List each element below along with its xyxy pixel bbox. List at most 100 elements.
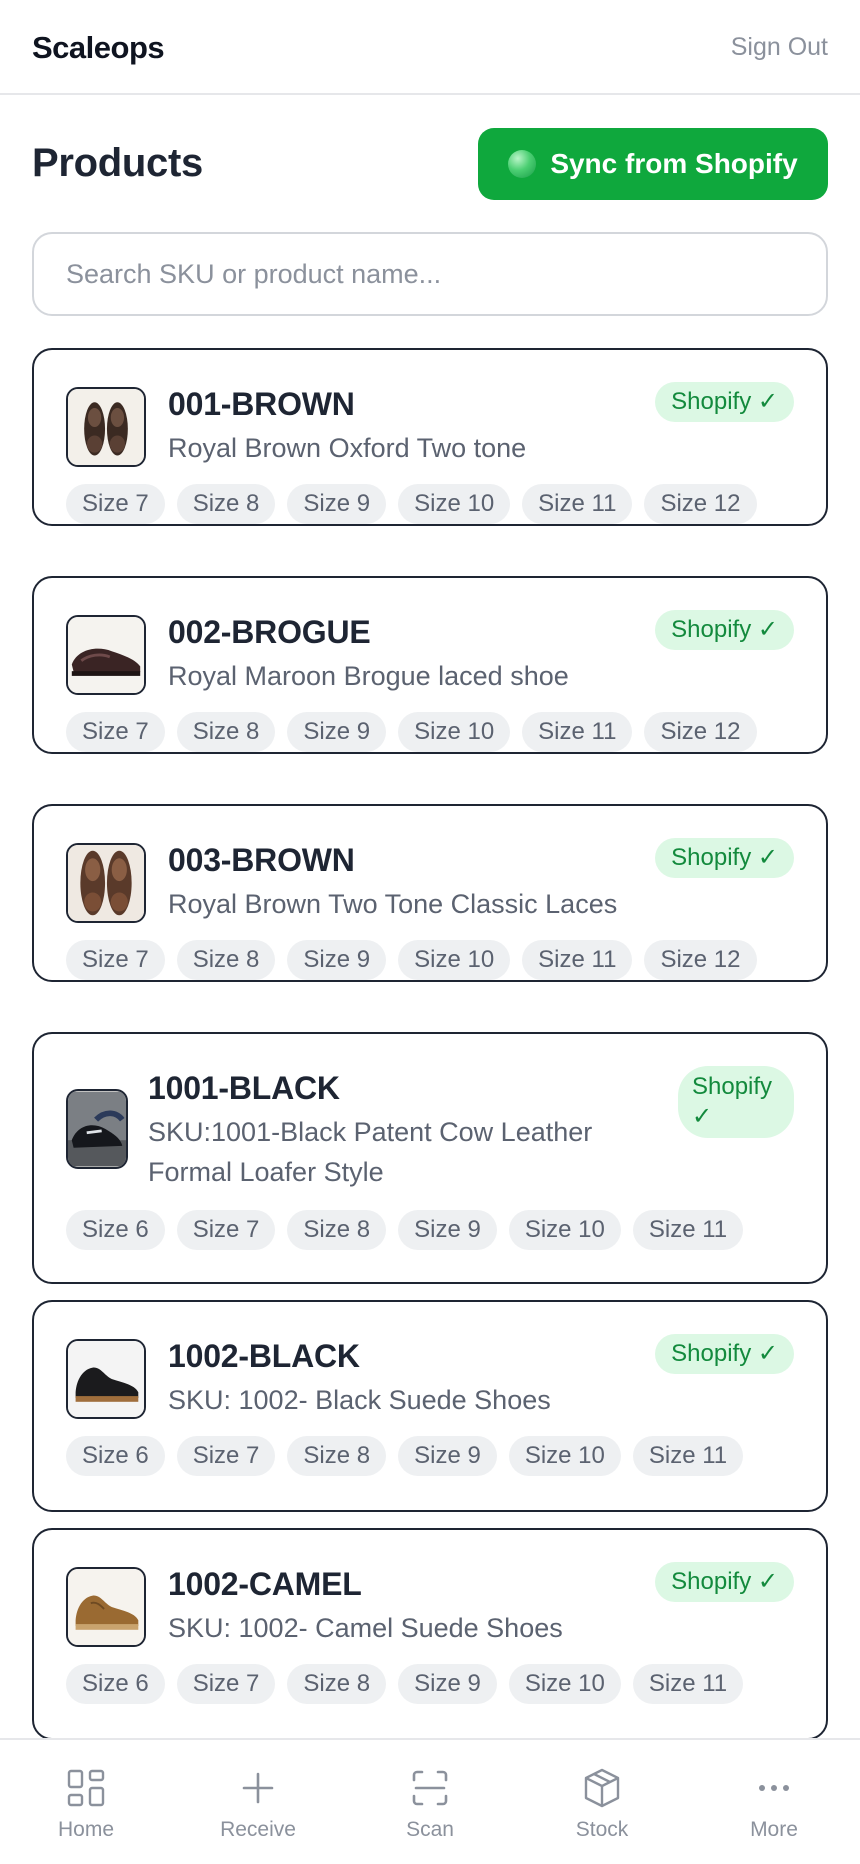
- product-sku: 002-BROGUE: [168, 614, 371, 650]
- size-list: Size 6 Size 7 Size 8 Size 9 Size 10 Size…: [66, 1436, 744, 1476]
- badge-check: ✓: [692, 1103, 713, 1130]
- size-chip[interactable]: Size 7: [176, 1436, 276, 1476]
- size-chip[interactable]: Size 7: [176, 1664, 276, 1704]
- nav-item-home[interactable]: Home: [0, 1740, 172, 1864]
- size-list: Size 7 Size 8 Size 9 Size 10 Size 11 Siz…: [66, 712, 757, 752]
- nav-label: Stock: [575, 1818, 629, 1841]
- product-name-line: Formal Loafer Style: [148, 1157, 384, 1187]
- size-chip[interactable]: Size 11: [632, 1210, 744, 1250]
- size-chip[interactable]: Size 8: [287, 1664, 387, 1704]
- nav-label: Home: [57, 1818, 115, 1841]
- plus-icon: [236, 1766, 280, 1810]
- grid-icon: [64, 1766, 108, 1810]
- sync-status-icon: [508, 150, 537, 178]
- nav-label: Receive: [220, 1818, 296, 1841]
- product-card[interactable]: 1001-BLACK SKU:1001-Black Patent Cow Lea…: [32, 1032, 828, 1284]
- size-chip[interactable]: Size 10: [508, 1210, 621, 1250]
- product-sku: 1002-CAMEL: [168, 1566, 362, 1602]
- shopify-badge: Shopify ✓: [655, 838, 794, 878]
- nav-item-scan[interactable]: Scan: [344, 1740, 516, 1864]
- product-name: SKU:1001-Black Patent Cow Leather Formal…: [148, 1112, 592, 1192]
- size-chip[interactable]: Size 9: [398, 1210, 497, 1250]
- size-chip[interactable]: Size 11: [522, 940, 633, 980]
- size-list: Size 6 Size 7 Size 8 Size 9 Size 10 Size…: [66, 1210, 744, 1250]
- product-name-line: SKU:1001-Black Patent Cow Leather: [148, 1117, 593, 1147]
- size-chip[interactable]: Size 10: [508, 1436, 621, 1476]
- shoe-black-loafer-icon: [66, 1089, 128, 1169]
- page-title: Products: [32, 141, 203, 185]
- nav-item-receive[interactable]: Receive: [172, 1740, 344, 1864]
- size-chip[interactable]: Size 9: [398, 1436, 497, 1476]
- shopify-badge: Shopify ✓: [655, 1334, 794, 1374]
- size-chip[interactable]: Size 8: [287, 1436, 387, 1476]
- size-chip[interactable]: Size 12: [644, 484, 757, 524]
- more-dots-icon: [752, 1766, 796, 1810]
- shoe-brown-classic-icon: [66, 843, 146, 923]
- product-name: Royal Maroon Brogue laced shoe: [168, 661, 569, 691]
- size-chip[interactable]: Size 7: [66, 712, 165, 752]
- size-chip[interactable]: Size 7: [66, 484, 165, 524]
- size-list: Size 7 Size 8 Size 9 Size 10 Size 11 Siz…: [66, 484, 757, 524]
- shopify-badge: Shopify ✓: [655, 610, 794, 650]
- shopify-badge: Shopify ✓: [655, 1562, 794, 1602]
- size-chip[interactable]: Size 10: [398, 940, 511, 980]
- size-list: Size 6 Size 7 Size 8 Size 9 Size 10 Size…: [66, 1664, 744, 1704]
- nav-item-more[interactable]: More: [688, 1740, 860, 1864]
- size-chip[interactable]: Size 6: [66, 1436, 165, 1476]
- product-card[interactable]: 002-BROGUE Royal Maroon Brogue laced sho…: [32, 576, 828, 754]
- product-card[interactable]: 001-BROWN Royal Brown Oxford Two tone Sh…: [32, 348, 828, 526]
- size-chip[interactable]: Size 8: [176, 940, 276, 980]
- size-chip[interactable]: Size 11: [522, 484, 633, 524]
- shoe-black-suede-icon: [66, 1339, 146, 1419]
- product-card[interactable]: 1002-BLACK SKU: 1002- Black Suede Shoes …: [32, 1300, 828, 1512]
- product-name: Royal Brown Oxford Two tone: [168, 433, 527, 463]
- shoe-maroon-brogue-icon: [66, 615, 146, 695]
- product-name: Royal Brown Two Tone Classic Laces: [168, 889, 618, 919]
- size-chip[interactable]: Size 8: [176, 712, 276, 752]
- size-chip[interactable]: Size 10: [398, 712, 511, 752]
- sync-button-label: Sync from Shopify: [550, 148, 798, 179]
- size-chip[interactable]: Size 11: [632, 1436, 744, 1476]
- bottom-nav: Home Receive Scan Stock More: [0, 1738, 860, 1864]
- size-chip[interactable]: Size 6: [66, 1210, 165, 1250]
- product-sku: 003-BROWN: [168, 842, 355, 878]
- product-sku: 001-BROWN: [168, 386, 355, 422]
- shopify-badge: Shopify ✓: [655, 382, 794, 422]
- size-list: Size 7 Size 8 Size 9 Size 10 Size 11 Siz…: [66, 940, 757, 980]
- nav-item-stock[interactable]: Stock: [516, 1740, 688, 1864]
- size-chip[interactable]: Size 7: [66, 940, 165, 980]
- size-chip[interactable]: Size 6: [66, 1664, 165, 1704]
- product-sku: 1002-BLACK: [168, 1338, 360, 1374]
- product-card[interactable]: 003-BROWN Royal Brown Two Tone Classic L…: [32, 804, 828, 982]
- shoe-brown-pair-icon: [66, 387, 146, 467]
- size-chip[interactable]: Size 10: [398, 484, 511, 524]
- sync-from-shopify-button[interactable]: Sync from Shopify: [478, 128, 828, 200]
- size-chip[interactable]: Size 10: [508, 1664, 621, 1704]
- brand-logo[interactable]: Scaleops: [32, 30, 165, 66]
- size-chip[interactable]: Size 9: [287, 712, 387, 752]
- nav-label: More: [750, 1818, 798, 1841]
- search-input[interactable]: [32, 232, 828, 316]
- product-list: 001-BROWN Royal Brown Oxford Two tone Sh…: [32, 348, 828, 1738]
- size-chip[interactable]: Size 11: [632, 1664, 744, 1704]
- size-chip[interactable]: Size 8: [176, 484, 276, 524]
- shopify-badge: Shopify ✓: [678, 1066, 794, 1138]
- shoe-camel-suede-icon: [66, 1567, 146, 1647]
- app-header: Scaleops Sign Out: [0, 0, 860, 95]
- size-chip[interactable]: Size 11: [522, 712, 633, 752]
- nav-label: Scan: [406, 1818, 454, 1841]
- box-icon: [580, 1766, 624, 1810]
- size-chip[interactable]: Size 12: [644, 940, 757, 980]
- size-chip[interactable]: Size 9: [287, 940, 387, 980]
- sign-out-link[interactable]: Sign Out: [731, 33, 828, 62]
- product-name: SKU: 1002- Black Suede Shoes: [168, 1385, 551, 1415]
- size-chip[interactable]: Size 8: [287, 1210, 387, 1250]
- size-chip[interactable]: Size 9: [398, 1664, 497, 1704]
- size-chip[interactable]: Size 9: [287, 484, 387, 524]
- size-chip[interactable]: Size 7: [176, 1210, 276, 1250]
- product-card[interactable]: 1002-CAMEL SKU: 1002- Camel Suede Shoes …: [32, 1528, 828, 1738]
- badge-text: Shopify: [692, 1073, 773, 1100]
- product-sku: 1001-BLACK: [148, 1070, 340, 1106]
- scan-icon: [408, 1766, 452, 1810]
- size-chip[interactable]: Size 12: [644, 712, 757, 752]
